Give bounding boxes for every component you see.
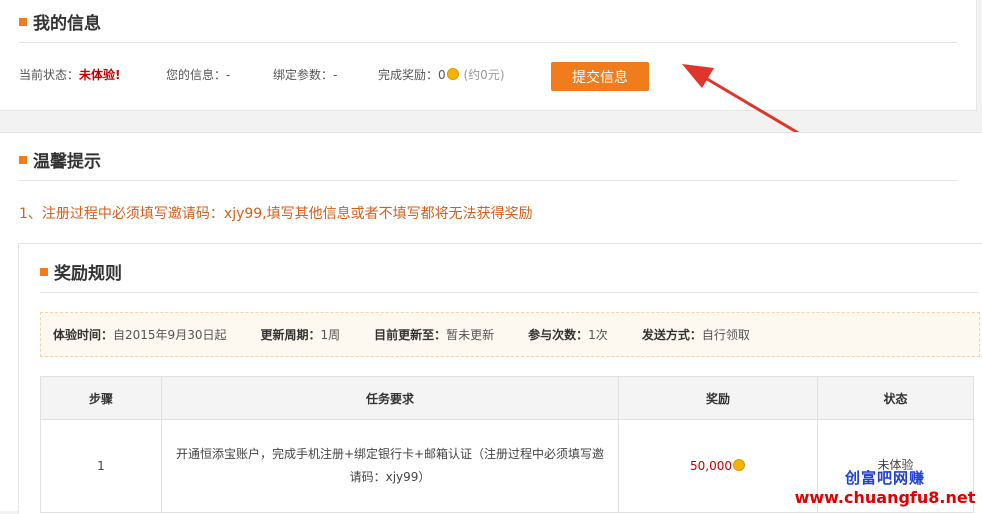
bullet-square-icon: [40, 267, 48, 276]
red-arrow-icon: [682, 64, 801, 136]
my-info-title: 我的信息: [19, 9, 101, 34]
coin-icon: [733, 459, 745, 471]
col-task-header: 任务要求: [161, 376, 619, 420]
task-cell: 开通恒添宝账户，完成手机注册+绑定银行卡+邮箱认证（注册过程中必须填写邀请码：x…: [161, 419, 619, 513]
reward-field: 完成奖励：0 (约0元): [378, 68, 505, 82]
my-info-panel: 我的信息 当前状态：未体验! 您的信息：- 绑定参数：- 完成奖励：0 (约0元…: [0, 0, 977, 111]
tips-title: 温馨提示: [19, 147, 101, 172]
watermark: 创富吧网赚 www.chuangfu8.net: [788, 468, 982, 508]
step-cell: 1: [40, 419, 162, 513]
coin-icon: [446, 68, 459, 80]
watermark-cn: 创富吧网赚: [844, 469, 925, 487]
meta-updated-to: 目前更新至：暂未更新: [374, 328, 495, 342]
bullet-square-icon: [19, 17, 27, 26]
divider: [40, 292, 978, 293]
bind-param-field: 绑定参数：-: [273, 68, 338, 82]
col-step-header: 步骤: [40, 376, 162, 420]
table-header-row: 步骤 任务要求 奖励 状态: [40, 376, 974, 420]
meta-send-method: 发送方式：自行领取: [641, 328, 750, 342]
col-reward-header: 奖励: [618, 376, 818, 420]
divider: [19, 180, 957, 181]
status-value: 未体验!: [79, 68, 121, 82]
meta-participation-count: 参与次数：1次: [528, 328, 608, 342]
tip-line: 1、注册过程中必须填写邀请码：xjy99,填写其他信息或者不填写都将无法获得奖励: [19, 206, 533, 222]
rules-title: 奖励规则: [40, 259, 122, 284]
submit-info-button[interactable]: 提交信息: [551, 62, 649, 91]
watermark-url: www.chuangfu8.net: [794, 488, 976, 507]
divider: [19, 42, 957, 43]
meta-experience-time: 体验时间：自2015年9月30日起: [53, 328, 227, 342]
bullet-square-icon: [19, 155, 27, 164]
status-field: 当前状态：未体验!: [19, 68, 121, 82]
col-status-header: 状态: [817, 376, 974, 420]
rules-meta-bar: 体验时间：自2015年9月30日起 更新周期：1周 目前更新至：暂未更新 参与次…: [40, 312, 980, 357]
meta-update-cycle: 更新周期：1周: [260, 328, 341, 342]
your-info-field: 您的信息：-: [166, 68, 231, 82]
